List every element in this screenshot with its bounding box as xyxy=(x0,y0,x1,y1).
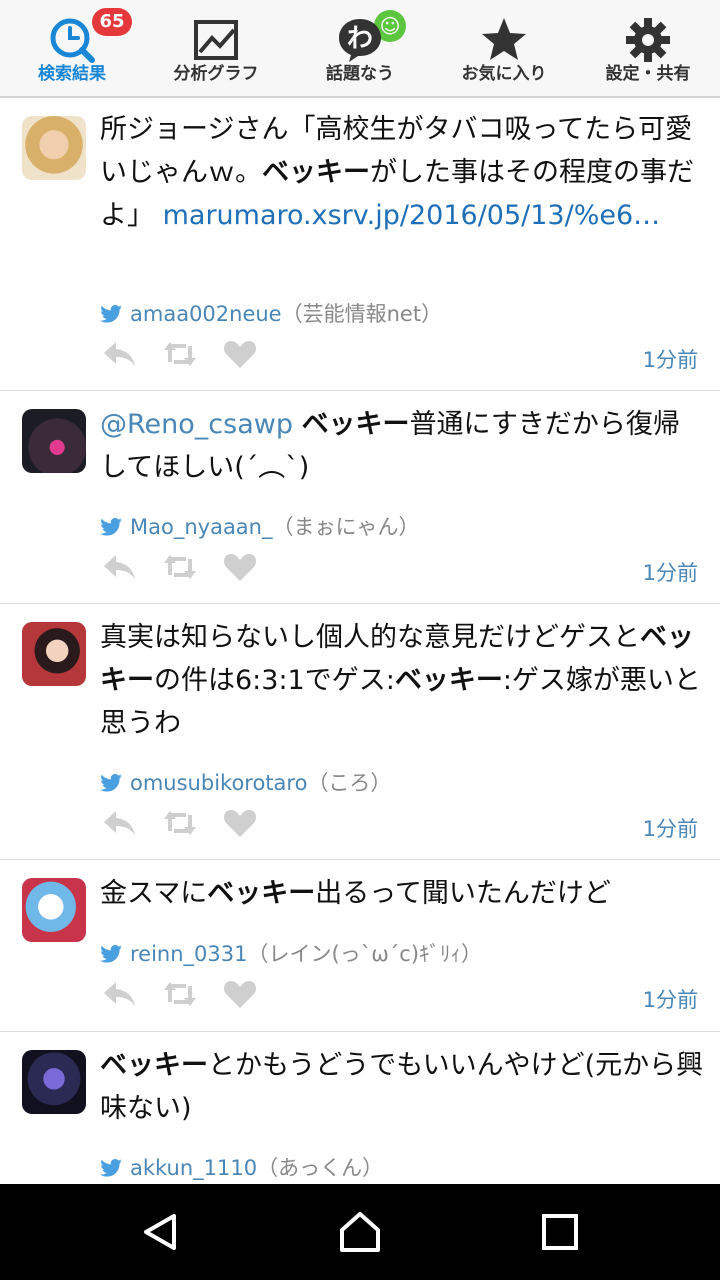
heart-icon[interactable] xyxy=(222,338,258,370)
avatar[interactable] xyxy=(22,409,86,473)
tweet-item[interactable]: 所ジョージさん「高校生がタバコ吸ってたら可愛いじゃんｗ。ベッキーがした事はその程… xyxy=(0,98,720,391)
tweet-time: 1分前 xyxy=(642,988,698,1012)
tweet-link[interactable]: marumaro.xsrv.jp/2016/05/13/%e6… xyxy=(163,200,661,231)
tweet-text: 金スマにベッキー出るって聞いたんだけど xyxy=(100,878,611,909)
keyword-highlight: ベッキー xyxy=(262,157,370,188)
tweet-author[interactable]: akkun_1110（あっくん） xyxy=(100,1152,383,1182)
tweet-item[interactable]: @Reno_csawp ベッキー普通にすきだから復帰してほしい(´︵`) Mao… xyxy=(0,391,720,604)
star-icon xyxy=(482,18,526,60)
tweet-item[interactable]: ベッキーとかもうどうでもいいんやけど(元から興味ない) akkun_1110（あ… xyxy=(0,1032,720,1192)
keyword-highlight: ベッキー xyxy=(301,409,410,440)
twitter-bird-icon xyxy=(100,1159,122,1177)
tweet-author[interactable]: reinn_0331（レイン(っ`ω´c)ｷﾞﾘｨ） xyxy=(100,938,482,968)
retweet-icon[interactable] xyxy=(162,978,198,1010)
tweet-item[interactable]: 真実は知らないし個人的な意見だけどゲスとベッキーの件は6:3:1でゲス:ベッキー… xyxy=(0,604,720,860)
tab-label: お気に入り xyxy=(461,64,547,84)
tweet-actions xyxy=(100,551,700,591)
tweet-actions xyxy=(100,807,700,847)
tab-trending-now[interactable]: わ 話題なう xyxy=(288,0,432,96)
username: akkun_1110 xyxy=(130,1156,258,1180)
twitter-bird-icon xyxy=(100,945,122,963)
heart-icon[interactable] xyxy=(222,978,258,1010)
tweet-text: 所ジョージさん「高校生がタバコ吸ってたら可愛いじゃんｗ。ベッキーがした事はその程… xyxy=(100,114,694,231)
retweet-icon[interactable] xyxy=(162,807,198,839)
avatar[interactable] xyxy=(22,622,86,686)
reply-icon[interactable] xyxy=(102,978,138,1010)
tab-label: 設定・共有 xyxy=(605,64,691,84)
recent-apps-icon[interactable] xyxy=(536,1208,584,1256)
username: omusubikorotaro xyxy=(130,771,308,795)
display-name: （あっくん） xyxy=(257,1156,384,1180)
tab-label: 分析グラフ xyxy=(173,64,259,84)
mention-link[interactable]: @Reno_csawp xyxy=(100,409,293,440)
keyword-highlight: ベッキー xyxy=(100,1050,208,1081)
username: Mao_nyaaan_ xyxy=(130,515,273,539)
tweet-author[interactable]: omusubikorotaro（ころ） xyxy=(100,767,391,797)
top-tab-bar: 65 検索結果 ☺ 分析グラフ わ 話題なう お気に入り 設定・共有 xyxy=(0,0,720,98)
tweet-actions xyxy=(100,338,700,378)
avatar[interactable] xyxy=(22,116,86,180)
username: amaa002neue xyxy=(130,302,282,326)
username: reinn_0331 xyxy=(130,942,248,966)
display-name: （まぉにゃん） xyxy=(272,515,420,539)
keyword-highlight: ベッキー xyxy=(207,878,316,909)
svg-text:わ: わ xyxy=(347,24,373,54)
heart-icon[interactable] xyxy=(222,807,258,839)
tweet-author[interactable]: Mao_nyaaan_（まぉにゃん） xyxy=(100,511,420,541)
reply-icon[interactable] xyxy=(102,338,138,370)
gear-icon xyxy=(626,18,670,62)
display-name: （ころ） xyxy=(307,771,392,795)
keyword-highlight: ベッキー xyxy=(394,665,503,696)
tab-search-results[interactable]: 65 検索結果 xyxy=(0,0,144,96)
reply-icon[interactable] xyxy=(102,807,138,839)
tweet-text: @Reno_csawp ベッキー普通にすきだから復帰してほしい(´︵`) xyxy=(100,409,680,483)
tab-settings-share[interactable]: 設定・共有 xyxy=(576,0,720,96)
tweet-text: 真実は知らないし個人的な意見だけどゲスとベッキーの件は6:3:1でゲス:ベッキー… xyxy=(100,622,701,739)
tweet-text: ベッキーとかもうどうでもいいんやけど(元から興味ない) xyxy=(100,1050,704,1124)
display-name: （芸能情報net） xyxy=(281,302,443,326)
retweet-icon[interactable] xyxy=(162,551,198,583)
tab-analysis-graph[interactable]: ☺ 分析グラフ xyxy=(144,0,406,96)
tab-favorites[interactable]: お気に入り xyxy=(432,0,576,96)
avatar[interactable] xyxy=(22,878,86,942)
twitter-bird-icon xyxy=(100,518,122,536)
wa-icon: わ xyxy=(339,19,381,62)
tweet-actions xyxy=(100,978,700,1018)
tweet-author[interactable]: amaa002neue（芸能情報net） xyxy=(100,298,442,328)
tweet-time: 1分前 xyxy=(642,561,698,585)
retweet-icon[interactable] xyxy=(162,338,198,370)
tab-label: 話題なう xyxy=(326,64,394,84)
reply-icon[interactable] xyxy=(102,551,138,583)
tweet-item[interactable]: 金スマにベッキー出るって聞いたんだけど reinn_0331（レイン(っ`ω´c… xyxy=(0,860,720,1032)
tab-label: 検索結果 xyxy=(38,64,106,84)
system-nav-bar xyxy=(0,1184,720,1280)
chart-icon xyxy=(194,20,238,60)
notification-badge: 65 xyxy=(92,8,132,36)
avatar[interactable] xyxy=(22,1050,86,1114)
display-name: （レイン(っ`ω´c)ｷﾞﾘｨ） xyxy=(247,942,483,966)
heart-icon[interactable] xyxy=(222,551,258,583)
back-icon[interactable] xyxy=(136,1208,184,1256)
clock-search-icon xyxy=(50,18,95,63)
twitter-bird-icon xyxy=(100,305,122,323)
tweet-time: 1分前 xyxy=(642,348,698,372)
tweet-time: 1分前 xyxy=(642,817,698,841)
home-icon[interactable] xyxy=(336,1208,384,1256)
twitter-bird-icon xyxy=(100,774,122,792)
